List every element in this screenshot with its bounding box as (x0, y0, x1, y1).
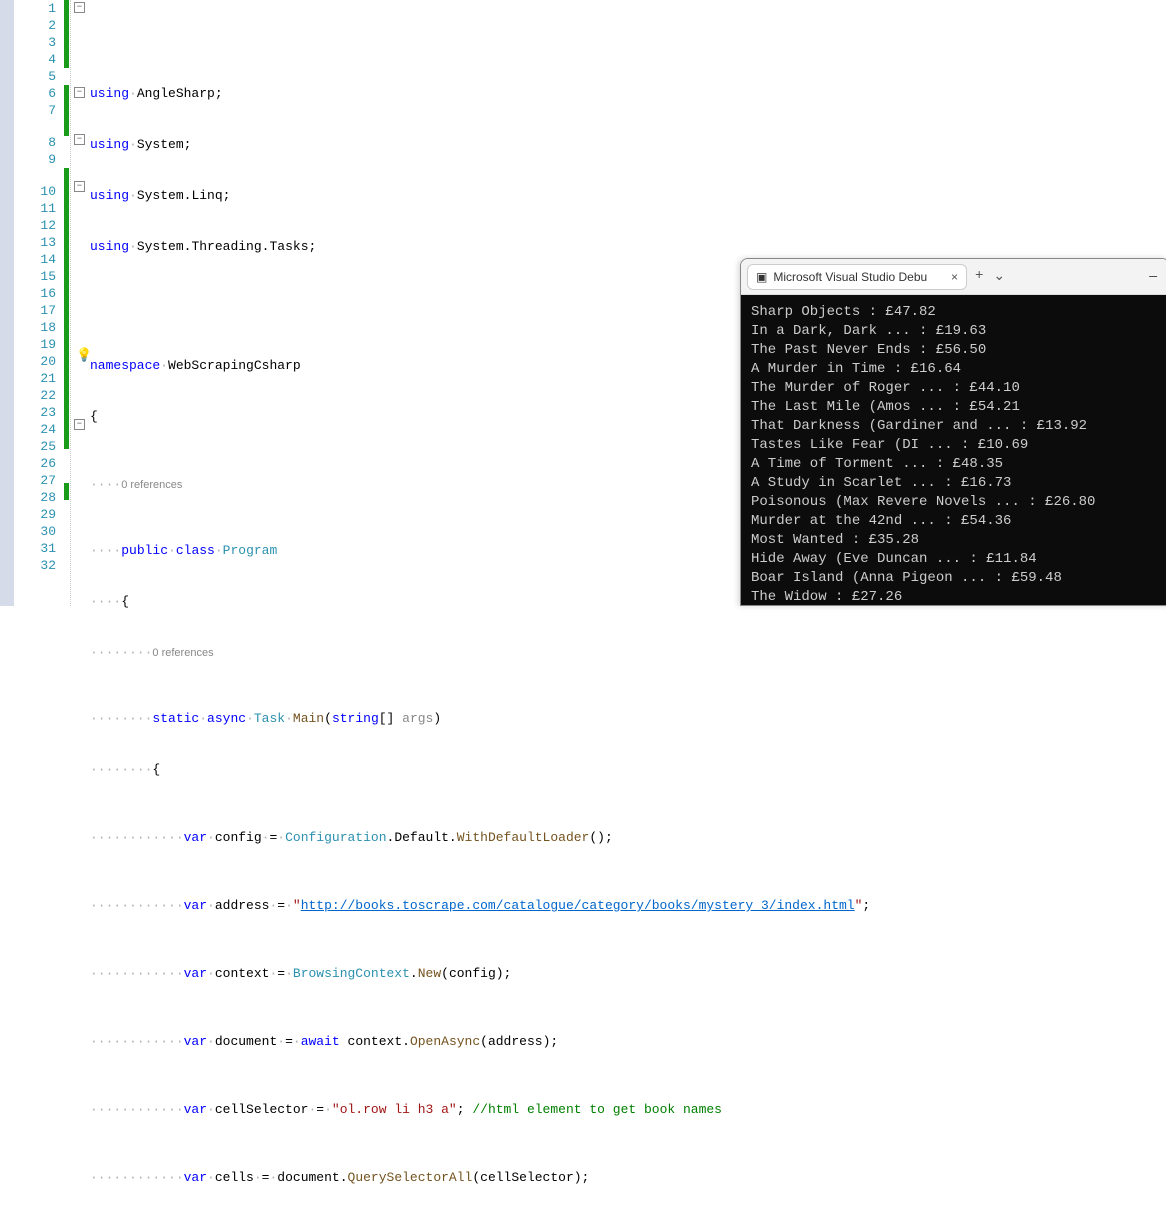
close-tab-icon[interactable]: × (951, 270, 958, 284)
lightbulb-icon[interactable]: 💡 (76, 348, 90, 362)
minimize-icon[interactable]: — (1149, 269, 1157, 284)
fold-icon[interactable]: − (74, 134, 85, 145)
left-margin (0, 0, 14, 606)
url-link[interactable]: http://books.toscrape.com/catalogue/cate… (301, 898, 855, 913)
console-titlebar[interactable]: ▣ Microsoft Visual Studio Debu × + ⌄ — (741, 259, 1166, 295)
terminal-icon: ▣ (756, 270, 767, 284)
fold-icon[interactable]: − (74, 419, 85, 430)
console-output[interactable]: Sharp Objects : £47.82 In a Dark, Dark .… (741, 295, 1166, 605)
fold-icon[interactable]: − (74, 87, 85, 98)
tab-menu-chevron-icon[interactable]: ⌄ (993, 268, 1005, 285)
console-tab-title: Microsoft Visual Studio Debu (773, 270, 927, 284)
line-number-gutter: 1234 567 89 10111213 14151617 18192021 2… (14, 0, 64, 606)
new-tab-icon[interactable]: + (975, 268, 983, 285)
keyword-using: using (90, 86, 129, 101)
codelens-references[interactable]: 0 references (152, 647, 213, 659)
fold-icon[interactable]: − (74, 2, 85, 13)
fold-icon[interactable]: − (74, 181, 85, 192)
console-tab[interactable]: ▣ Microsoft Visual Studio Debu × (747, 264, 967, 290)
debug-console-window[interactable]: ▣ Microsoft Visual Studio Debu × + ⌄ — S… (740, 258, 1166, 606)
codelens-references[interactable]: 0 references (121, 479, 182, 491)
fold-column: − − − − − (70, 0, 90, 606)
